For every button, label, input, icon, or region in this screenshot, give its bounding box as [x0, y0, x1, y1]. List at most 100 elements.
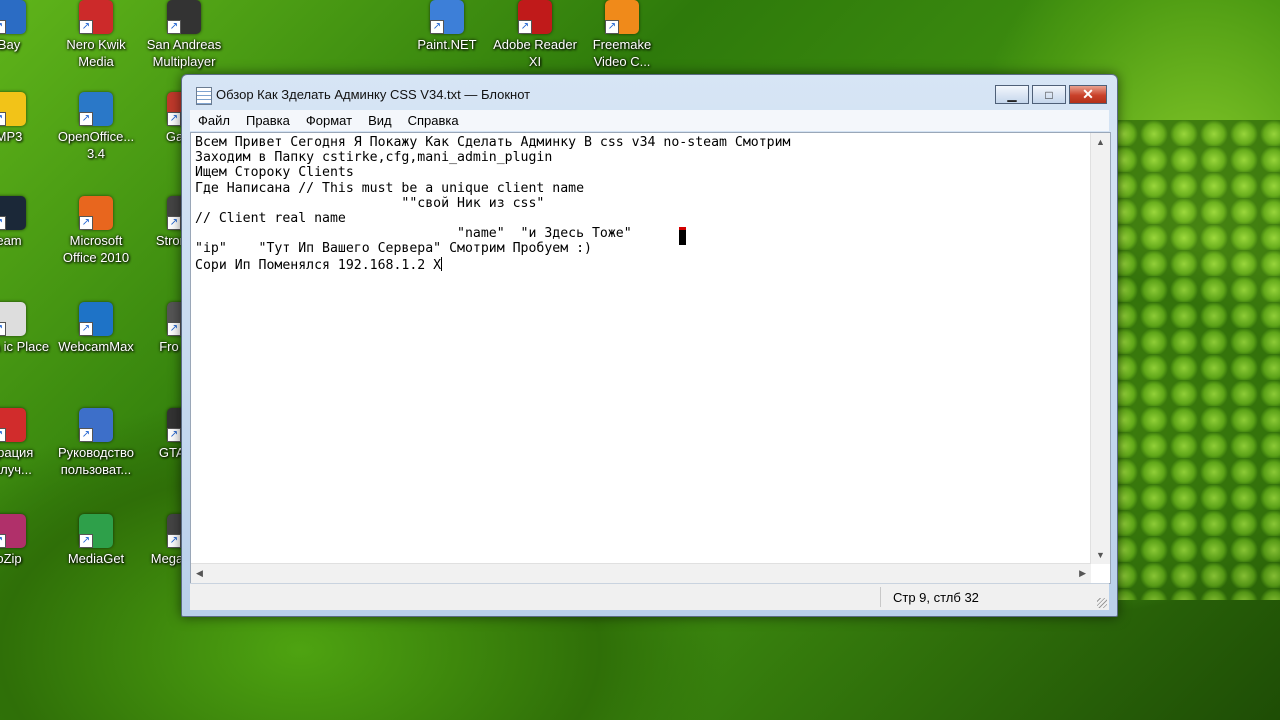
text-line: "ip" "Тут Ип Вашего Сервера" Смотрим Про… — [195, 241, 592, 257]
app-icon: ↗ — [79, 302, 113, 336]
desktop-icon-label: Paint.NET — [417, 37, 477, 52]
desktop-icon[interactable]: ↗ oZip — [0, 514, 53, 567]
menu-bar: Файл Правка Формат Вид Справка — [190, 110, 1109, 131]
shortcut-arrow-icon: ↗ — [605, 20, 619, 34]
text-line: Ищем Стороку Clients — [195, 165, 354, 181]
shortcut-arrow-icon: ↗ — [79, 428, 93, 442]
desktop-icon-label: Adobe Reader XI — [493, 37, 577, 69]
desktop-icon-label: shiba ic Place — [0, 339, 50, 354]
desktop-icon-label: OpenOffice... 3.4 — [57, 129, 135, 161]
desktop-icon-label: WebcamMax — [58, 339, 134, 354]
app-icon: ↗ — [0, 302, 26, 336]
shortcut-arrow-icon: ↗ — [0, 428, 6, 442]
text-line-last: Сори Ип Поменялся 192.168.1.2 X — [195, 256, 1088, 273]
notepad-window[interactable]: Обзор Как Зделать Админку CSS V34.txt — … — [181, 74, 1118, 617]
app-icon: ↗ — [0, 408, 26, 442]
app-icon: ↗ — [79, 0, 113, 34]
desktop-icon-label: Microsoft Office 2010 — [62, 233, 130, 265]
desktop-icon-label: Руководство пользоват... — [58, 445, 134, 477]
desktop-wallpaper-texture — [1110, 120, 1280, 600]
resize-grip-icon[interactable] — [1097, 598, 1107, 608]
app-icon: ↗ — [430, 0, 464, 34]
shortcut-arrow-icon: ↗ — [0, 322, 6, 336]
desktop-icon[interactable]: ↗ MediaGet — [52, 514, 140, 567]
shortcut-arrow-icon: ↗ — [430, 20, 444, 34]
scroll-left-icon[interactable]: ◀ — [196, 568, 203, 579]
scroll-right-icon[interactable]: ▶ — [1079, 568, 1086, 579]
text-editor[interactable]: Всем Привет Сегодня Я Покажу Как Сделать… — [190, 132, 1111, 584]
menu-help[interactable]: Справка — [400, 113, 467, 128]
desktop-icon[interactable]: ↗ Microsoft Office 2010 — [52, 196, 140, 266]
desktop-icon[interactable]: ↗ Bay — [0, 0, 53, 53]
desktop-icon-label: MP3 — [0, 129, 23, 144]
text-line: Заходим в Папку cstirke,cfg,mani_admin_p… — [195, 150, 553, 166]
shortcut-arrow-icon: ↗ — [79, 534, 93, 548]
cursor-position: Стр 9, стлб 32 — [893, 590, 979, 605]
app-icon: ↗ — [0, 92, 26, 126]
shortcut-arrow-icon: ↗ — [79, 20, 93, 34]
shortcut-arrow-icon: ↗ — [0, 534, 6, 548]
shortcut-arrow-icon: ↗ — [167, 322, 181, 336]
desktop-icon[interactable]: ↗ San Andreas Multiplayer — [140, 0, 228, 70]
desktop-icon[interactable]: ↗ OpenOffice... 3.4 — [52, 92, 140, 162]
app-icon: ↗ — [79, 514, 113, 548]
desktop-icon-label: MediaGet — [67, 551, 125, 566]
menu-file[interactable]: Файл — [190, 113, 238, 128]
desktop-icon[interactable]: ↗ Руководство пользоват... — [52, 408, 140, 478]
app-icon: ↗ — [79, 92, 113, 126]
close-button[interactable]: ✕ — [1069, 85, 1107, 104]
desktop-icon[interactable]: ↗ Nero Kwik Media — [52, 0, 140, 70]
shortcut-arrow-icon: ↗ — [167, 216, 181, 230]
app-icon: ↗ — [605, 0, 639, 34]
desktop-icon[interactable]: ↗ MP3 — [0, 92, 53, 145]
desktop-icon-label: eam — [0, 233, 22, 248]
desktop-icon[interactable]: ↗ страция получ... — [0, 408, 53, 478]
app-icon: ↗ — [79, 196, 113, 230]
horizontal-scrollbar[interactable]: ◀ ▶ — [191, 563, 1091, 583]
desktop-icon[interactable]: ↗ Paint.NET — [403, 0, 491, 53]
title-bar[interactable]: Обзор Как Зделать Админку CSS V34.txt — … — [182, 75, 1117, 111]
desktop-icon-label: Bay — [0, 37, 21, 52]
shortcut-arrow-icon: ↗ — [0, 20, 6, 34]
shortcut-arrow-icon: ↗ — [167, 428, 181, 442]
status-bar: Стр 9, стлб 32 — [190, 583, 1109, 610]
window-title: Обзор Как Зделать Админку CSS V34.txt — … — [216, 87, 531, 102]
minimize-button[interactable]: ▁ — [995, 85, 1029, 104]
desktop-icon-label: Freemake Video C... — [592, 37, 652, 69]
shortcut-arrow-icon: ↗ — [79, 112, 93, 126]
app-icon: ↗ — [518, 0, 552, 34]
text-caret — [441, 256, 443, 271]
desktop-icon[interactable]: ↗ WebcamMax — [52, 302, 140, 355]
app-icon: ↗ — [0, 196, 26, 230]
maximize-button[interactable]: □ — [1032, 85, 1066, 104]
menu-view[interactable]: Вид — [360, 113, 400, 128]
text-content[interactable]: Всем Привет Сегодня Я Покажу Как Сделать… — [195, 135, 1088, 563]
shortcut-arrow-icon: ↗ — [79, 322, 93, 336]
app-icon: ↗ — [0, 0, 26, 34]
shortcut-arrow-icon: ↗ — [167, 534, 181, 548]
desktop-icon[interactable]: ↗ Freemake Video C... — [578, 0, 666, 70]
shortcut-arrow-icon: ↗ — [167, 112, 181, 126]
shortcut-arrow-icon: ↗ — [0, 112, 6, 126]
text-line: Где Написана // This must be a unique cl… — [195, 180, 585, 196]
scroll-down-icon[interactable]: ▼ — [1096, 550, 1105, 560]
text-line: // Client real name — [195, 211, 346, 227]
menu-format[interactable]: Формат — [298, 113, 360, 128]
menu-edit[interactable]: Правка — [238, 113, 298, 128]
shortcut-arrow-icon: ↗ — [0, 216, 6, 230]
vertical-scrollbar[interactable]: ▲ ▼ — [1090, 133, 1110, 564]
desktop-icon[interactable]: ↗ eam — [0, 196, 53, 249]
text-line: ""свой Ник из css" — [195, 195, 545, 211]
desktop-icon-label: страция получ... — [0, 445, 34, 477]
desktop-icon[interactable]: ↗ shiba ic Place — [0, 302, 53, 355]
text-line: "name" "и Здесь Тоже" — [195, 226, 632, 242]
scroll-up-icon[interactable]: ▲ — [1096, 137, 1105, 147]
text-line: Сори Ип Поменялся 192.168.1.2 X — [195, 257, 442, 273]
desktop-icon-label: oZip — [0, 551, 22, 566]
desktop-icon-label: Nero Kwik Media — [66, 37, 126, 69]
app-icon: ↗ — [167, 0, 201, 34]
desktop-icon-label: San Andreas Multiplayer — [146, 37, 222, 69]
shortcut-arrow-icon: ↗ — [167, 20, 181, 34]
notepad-icon — [196, 87, 212, 105]
desktop-icon[interactable]: ↗ Adobe Reader XI — [491, 0, 579, 70]
